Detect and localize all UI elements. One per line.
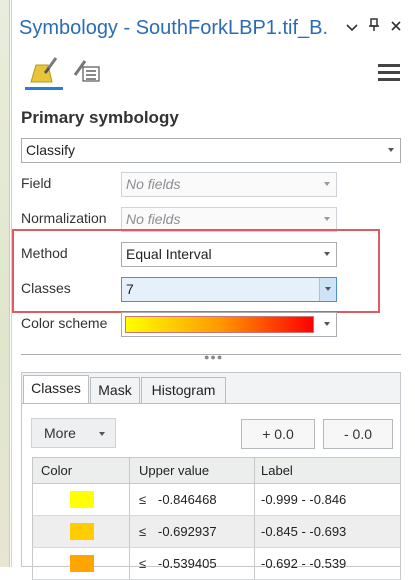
more-label: More <box>44 425 76 441</box>
pin-icon[interactable] <box>365 16 383 38</box>
splitter-grip-icon[interactable]: ●●● <box>204 352 223 362</box>
label-cell[interactable]: -0.845 - -0.693 <box>255 516 402 547</box>
method-value: Equal Interval <box>126 246 212 262</box>
table-row[interactable]: ≤ -0.692937 -0.845 - -0.693 <box>32 516 401 548</box>
tab-histogram[interactable]: Histogram <box>141 377 226 403</box>
renderer-dropdown[interactable]: Classify <box>21 138 401 163</box>
color-cell[interactable] <box>33 484 130 515</box>
color-cell[interactable] <box>33 548 130 579</box>
chevron-down-icon <box>324 322 330 326</box>
color-scheme-dropdown[interactable] <box>121 312 337 337</box>
method-label: Method <box>21 245 68 261</box>
map-background-strip <box>0 0 10 567</box>
table-row[interactable]: ≤ -0.846468 -0.999 - -0.846 <box>32 484 401 516</box>
section-title: Primary symbology <box>21 108 179 127</box>
table-header: Color Upper value Label <box>32 457 401 484</box>
classes-label: Classes <box>21 280 71 296</box>
table-row[interactable]: ≤ -0.539405 -0.692 - -0.539 <box>32 548 401 580</box>
color-swatch[interactable] <box>70 523 94 540</box>
chevron-down-icon <box>325 287 331 291</box>
operator-text: ≤ <box>139 492 147 507</box>
upper-value-cell[interactable]: ≤ -0.692937 <box>130 516 255 547</box>
field-dropdown[interactable]: No fields <box>121 172 337 197</box>
upper-value-cell[interactable]: ≤ -0.846468 <box>130 484 255 515</box>
chevron-down-icon <box>324 182 330 186</box>
normalization-value: No fields <box>126 211 181 227</box>
add-increment-button[interactable]: + 0.0 <box>241 419 315 449</box>
secondary-symbology-list-icon[interactable] <box>71 55 101 85</box>
upper-value-cell[interactable]: ≤ -0.539405 <box>130 548 255 579</box>
method-dropdown[interactable]: Equal Interval <box>121 242 337 267</box>
close-icon[interactable] <box>387 16 405 38</box>
normalization-label: Normalization <box>21 210 107 226</box>
color-cell[interactable] <box>33 516 130 547</box>
chevron-down-icon <box>324 252 330 256</box>
color-scheme-label: Color scheme <box>21 315 108 331</box>
field-value: No fields <box>126 176 181 192</box>
upper-value-text: -0.539405 <box>158 556 217 571</box>
chevron-down-icon <box>388 148 394 152</box>
column-header-label[interactable]: Label <box>255 458 402 483</box>
renderer-value: Classify <box>26 142 76 158</box>
upper-value-text: -0.692937 <box>158 524 217 539</box>
color-ramp-preview <box>125 316 314 333</box>
upper-value-text: -0.846468 <box>158 492 217 507</box>
chevron-down-icon <box>324 217 330 221</box>
classes-dropdown-button[interactable] <box>319 278 336 301</box>
column-header-upper-value[interactable]: Upper value <box>130 458 255 483</box>
pane-title: Symbology - SouthForkLBP1.tif_B... <box>19 17 329 39</box>
tab-mask[interactable]: Mask <box>90 377 140 403</box>
operator-text: ≤ <box>139 524 147 539</box>
field-label: Field <box>21 175 52 191</box>
operator-text: ≤ <box>139 556 147 571</box>
label-cell[interactable]: -0.999 - -0.846 <box>255 484 402 515</box>
chevron-down-icon <box>99 432 105 436</box>
column-header-color[interactable]: Color <box>33 458 130 483</box>
active-tab-indicator <box>25 87 63 90</box>
color-swatch[interactable] <box>70 555 94 572</box>
color-swatch[interactable] <box>70 491 94 508</box>
chevron-down-icon[interactable] <box>343 16 361 38</box>
tab-classes[interactable]: Classes <box>23 375 89 404</box>
classes-stepper[interactable]: 7 <box>121 277 337 302</box>
primary-symbology-brush-icon[interactable] <box>28 55 58 85</box>
subtract-increment-button[interactable]: - 0.0 <box>323 419 393 449</box>
menu-icon[interactable] <box>378 64 400 82</box>
classes-value: 7 <box>126 281 134 297</box>
classes-table: Color Upper value Label ≤ -0.846468 -0.99… <box>32 457 401 580</box>
more-button[interactable]: More <box>31 418 116 448</box>
label-cell[interactable]: -0.692 - -0.539 <box>255 548 402 579</box>
